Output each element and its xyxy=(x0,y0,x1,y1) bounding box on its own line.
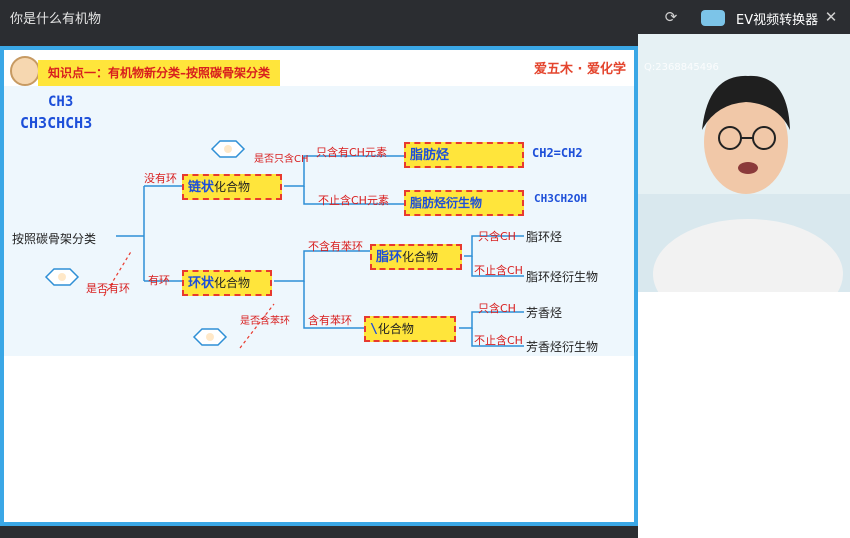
diagram-area: CH3 CH3CHCH3 按照碳骨架分类 没有环 有环 是否有环 是否只含CH … xyxy=(4,86,634,356)
only-ch-label: 只含CH xyxy=(478,230,516,243)
ev-brand-text: EV视频转换器 xyxy=(736,13,819,28)
side-panel xyxy=(638,292,850,538)
no-benzene-label: 不含有苯环 xyxy=(308,240,363,253)
no-ring-label: 没有环 xyxy=(144,172,177,185)
not-only-ch-elements-label: 不止含CH元素 xyxy=(318,194,389,207)
mascot-icon xyxy=(10,56,40,86)
hand-ch3: CH3 xyxy=(48,94,74,110)
window-title: 你是什么有机物 xyxy=(10,12,102,27)
not-only-ch-label: 不止含CH xyxy=(474,264,523,277)
qq-number: Q:2368845496 xyxy=(644,62,719,73)
alicyclic-compound-box: 脂环化合物 xyxy=(370,244,462,270)
hand-ethylene: CH2=CH2 xyxy=(532,146,583,160)
aromatic-compound-box: \化合物 xyxy=(364,316,456,342)
slide: 知识点一：有机物新分类–按照碳骨架分类 爱五木 · 爱化学 CH3 CH3CHC… xyxy=(4,50,634,522)
only-ch-label-2: 只含CH xyxy=(478,302,516,315)
has-benzene-label: 含有苯环 xyxy=(308,314,352,327)
slide-frame: 知识点一：有机物新分类–按照碳骨架分类 爱五木 · 爱化学 CH3 CH3CHC… xyxy=(0,46,638,526)
aliphatic-derivative-box: 脂肪烃衍生物 xyxy=(404,190,524,216)
slide-title: 知识点一：有机物新分类–按照碳骨架分类 xyxy=(38,60,281,86)
benzene-molecule-icon xyxy=(180,326,240,348)
hand-ch3chch3: CH3CHCH3 xyxy=(20,114,93,132)
chain-compound-box: 链状化合物 xyxy=(182,174,282,200)
aromatic-hydrocarbon: 芳香烃 xyxy=(526,306,563,320)
webcam-view: Q:2368845496 xyxy=(638,34,850,292)
benzene-molecule-icon xyxy=(198,138,258,160)
aliphatic-hydrocarbon-box: 脂肪烃 xyxy=(404,142,524,168)
ring-compound-box: 环状化合物 xyxy=(182,270,272,296)
q-benzene-label: 是否含苯环 xyxy=(240,316,290,327)
refresh-icon[interactable]: ⟳ xyxy=(660,6,682,28)
camera-icon xyxy=(701,10,725,26)
aromatic-derivative: 芳香烃衍生物 xyxy=(526,340,599,354)
hand-ethanol: CH3CH2OH xyxy=(534,192,587,205)
root-label: 按照碳骨架分类 xyxy=(12,232,97,246)
q-only-ch-label: 是否只含CH xyxy=(254,154,309,165)
not-only-ch-label-2: 不止含CH xyxy=(474,334,523,347)
alicyclic-hydrocarbon: 脂环烃 xyxy=(526,230,563,244)
alicyclic-derivative: 脂环烃衍生物 xyxy=(526,270,599,284)
q-ring-label: 是否有环 xyxy=(86,282,130,295)
slide-brand: 爱五木 · 爱化学 xyxy=(534,62,626,77)
only-ch-elements-label: 只含有CH元素 xyxy=(316,146,387,159)
benzene-molecule-icon xyxy=(32,266,92,288)
close-icon[interactable]: ✕ xyxy=(820,6,842,28)
ring-label: 有环 xyxy=(148,274,170,287)
